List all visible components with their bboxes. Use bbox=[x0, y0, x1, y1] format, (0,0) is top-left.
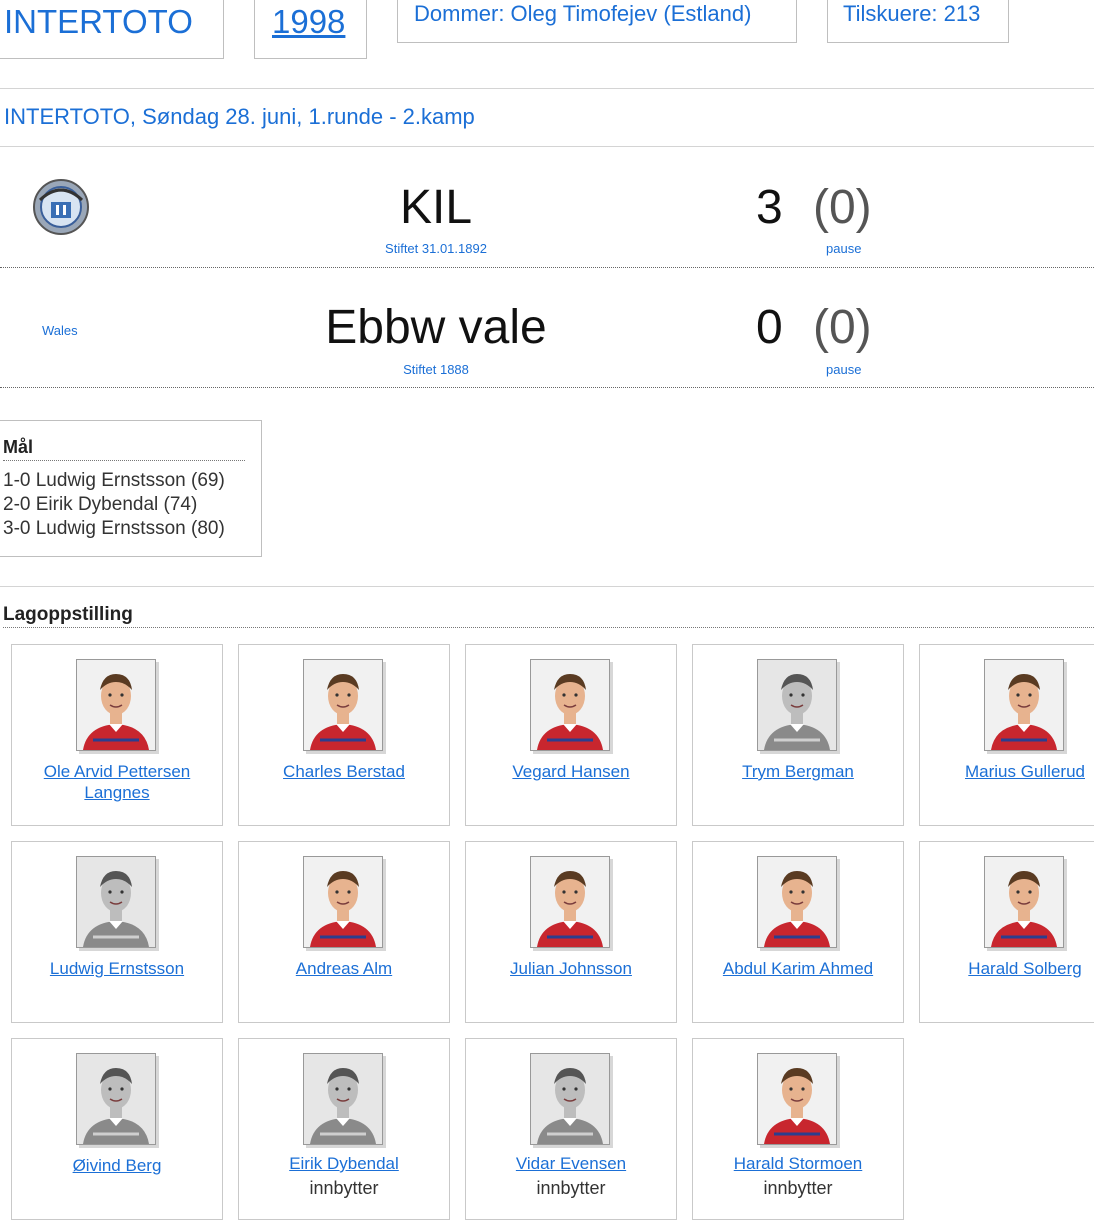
player-name-link[interactable]: Marius Gullerud bbox=[920, 761, 1094, 782]
player-card: Abdul Karim Ahmed bbox=[692, 841, 904, 1023]
player-photo[interactable] bbox=[303, 659, 383, 751]
player-name-link[interactable]: Harald Solberg bbox=[920, 958, 1094, 979]
attendance-box: Tilskuere: 213 bbox=[827, 0, 1009, 43]
home-halftime-score: (0) bbox=[813, 181, 872, 234]
player-card: Øivind Berg bbox=[11, 1038, 223, 1220]
player-photo[interactable] bbox=[303, 1053, 383, 1145]
away-score: 0 bbox=[756, 301, 783, 354]
player-card: Vidar Evensen innbytter bbox=[465, 1038, 677, 1220]
player-card: Vegard Hansen bbox=[465, 644, 677, 826]
match-info: INTERTOTO, Søndag 28. juni, 1.runde - 2.… bbox=[4, 104, 475, 129]
player-photo[interactable] bbox=[76, 856, 156, 948]
player-photo[interactable] bbox=[757, 1053, 837, 1145]
player-name-link[interactable]: Ole Arvid Pettersen Langnes bbox=[12, 761, 222, 803]
divider bbox=[0, 88, 1094, 89]
lineup-title-underline bbox=[3, 627, 1094, 628]
player-name-link[interactable]: Harald Stormoen bbox=[693, 1153, 903, 1174]
player-photo[interactable] bbox=[530, 1053, 610, 1145]
goal-item: 1-0 Ludwig Ernstsson (69) bbox=[3, 470, 225, 491]
player-role: innbytter bbox=[763, 1178, 833, 1198]
year-box: 1998 bbox=[254, 0, 367, 59]
club-crest-icon bbox=[32, 178, 90, 236]
year-link[interactable]: 1998 bbox=[272, 3, 345, 41]
player-card: Ole Arvid Pettersen Langnes bbox=[11, 644, 223, 826]
player-name-link[interactable]: Ludwig Ernstsson bbox=[12, 958, 222, 979]
player-photo[interactable] bbox=[76, 1053, 156, 1145]
referee-box: Dommer: Oleg Timofejev (Estland) bbox=[397, 0, 797, 43]
home-team-name: KIL bbox=[399, 181, 473, 234]
player-name-link[interactable]: Vegard Hansen bbox=[466, 761, 676, 782]
player-name-link[interactable]: Trym Bergman bbox=[693, 761, 903, 782]
player-photo[interactable] bbox=[76, 659, 156, 751]
player-photo[interactable] bbox=[757, 659, 837, 751]
player-card: Harald Stormoen innbytter bbox=[692, 1038, 904, 1220]
goals-title: Mål bbox=[3, 437, 34, 457]
divider bbox=[0, 387, 1094, 388]
away-halftime-label: pause bbox=[826, 362, 862, 377]
goals-title-underline bbox=[3, 460, 245, 461]
player-name-link[interactable]: Eirik Dybendal bbox=[239, 1153, 449, 1174]
player-name-link[interactable]: Abdul Karim Ahmed bbox=[693, 958, 903, 979]
home-halftime-label: pause bbox=[826, 241, 862, 256]
player-photo[interactable] bbox=[984, 856, 1064, 948]
player-photo[interactable] bbox=[984, 659, 1064, 751]
attendance-text: Tilskuere: 213 bbox=[843, 1, 981, 26]
divider bbox=[0, 586, 1094, 587]
tournament-box: INTERTOTO bbox=[0, 0, 224, 59]
divider bbox=[0, 146, 1094, 147]
lineup-title: Lagoppstilling bbox=[3, 604, 133, 625]
away-team-name: Ebbw vale bbox=[325, 301, 547, 354]
goal-item: 2-0 Eirik Dybendal (74) bbox=[3, 494, 198, 515]
away-halftime-score: (0) bbox=[813, 301, 872, 354]
home-score: 3 bbox=[756, 181, 783, 234]
player-card: Julian Johnsson bbox=[465, 841, 677, 1023]
player-photo[interactable] bbox=[303, 856, 383, 948]
player-card: Eirik Dybendal innbytter bbox=[238, 1038, 450, 1220]
player-name-link[interactable]: Vidar Evensen bbox=[466, 1153, 676, 1174]
away-country: Wales bbox=[42, 323, 78, 338]
player-card: Ludwig Ernstsson bbox=[11, 841, 223, 1023]
referee-text: Dommer: Oleg Timofejev (Estland) bbox=[414, 1, 752, 26]
player-name-link[interactable]: Øivind Berg bbox=[12, 1155, 222, 1176]
away-founded: Stiftet 1888 bbox=[403, 362, 469, 377]
player-photo[interactable] bbox=[530, 659, 610, 751]
player-role: innbytter bbox=[536, 1178, 606, 1198]
player-card: Charles Berstad bbox=[238, 644, 450, 826]
home-founded: Stiftet 31.01.1892 bbox=[385, 241, 487, 256]
player-photo[interactable] bbox=[757, 856, 837, 948]
player-name-link[interactable]: Andreas Alm bbox=[239, 958, 449, 979]
tournament-title: INTERTOTO bbox=[4, 3, 193, 40]
player-name-link[interactable]: Charles Berstad bbox=[239, 761, 449, 782]
player-role: innbytter bbox=[309, 1178, 379, 1198]
player-card: Trym Bergman bbox=[692, 644, 904, 826]
player-name-link[interactable]: Julian Johnsson bbox=[466, 958, 676, 979]
player-card: Marius Gullerud bbox=[919, 644, 1094, 826]
divider bbox=[0, 267, 1094, 268]
player-card: Harald Solberg bbox=[919, 841, 1094, 1023]
goal-item: 3-0 Ludwig Ernstsson (80) bbox=[3, 518, 225, 539]
player-card: Andreas Alm bbox=[238, 841, 450, 1023]
player-photo[interactable] bbox=[530, 856, 610, 948]
